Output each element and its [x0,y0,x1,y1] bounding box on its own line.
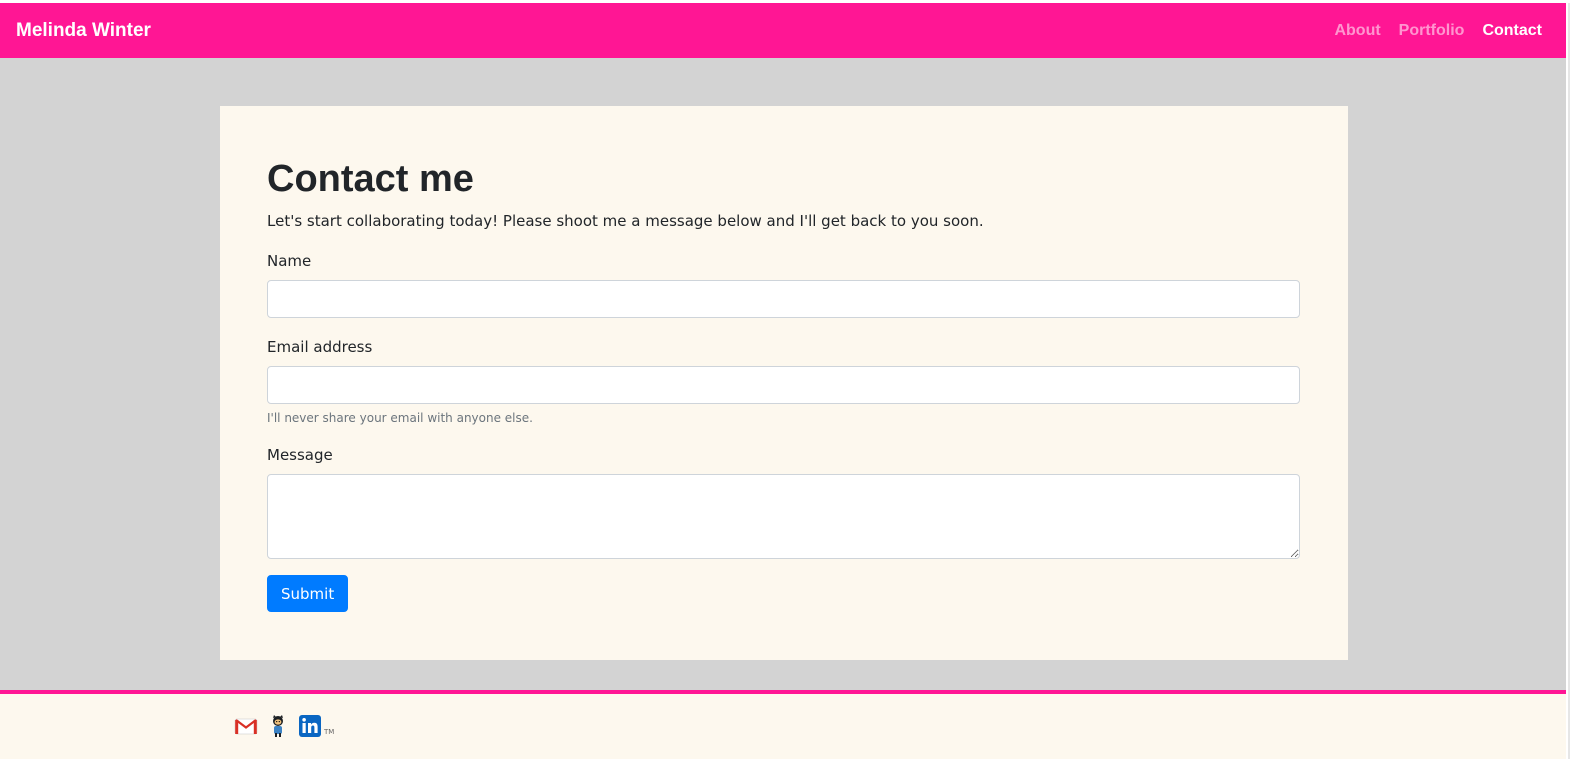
nav-link-contact[interactable]: Contact [1482,22,1542,40]
page-scrollbar[interactable] [1566,3,1585,759]
nav-link-about[interactable]: About [1334,22,1380,40]
email-group: Email address I'll never share your emai… [267,336,1301,426]
email-input[interactable] [267,366,1300,404]
intro-text: Let's start collaborating today! Please … [267,212,984,230]
name-label: Name [267,252,312,270]
submit-button[interactable]: Submit [267,575,349,612]
message-textarea[interactable] [267,474,1300,559]
footer: TM [0,694,1566,759]
nav-links: About Portfolio Contact [1334,22,1542,40]
email-help-text: I'll never share your email with anyone … [267,411,533,425]
github-icon[interactable] [266,714,290,738]
brand-link[interactable]: Melinda Winter [16,20,151,42]
linkedin-icon[interactable] [298,714,322,738]
page-title: Contact me [267,158,474,200]
gmail-icon[interactable] [234,714,258,738]
nav-link-portfolio[interactable]: Portfolio [1399,22,1465,40]
name-group: Name [267,250,1301,318]
navbar: Melinda Winter About Portfolio Contact [0,3,1566,58]
message-label: Message [267,446,333,464]
contact-card: Contact me Let's start collaborating tod… [220,106,1348,660]
email-label: Email address [267,338,373,356]
linkedin-trademark: TM [324,728,335,736]
name-input[interactable] [267,280,1300,318]
message-group: Message [267,444,1301,559]
